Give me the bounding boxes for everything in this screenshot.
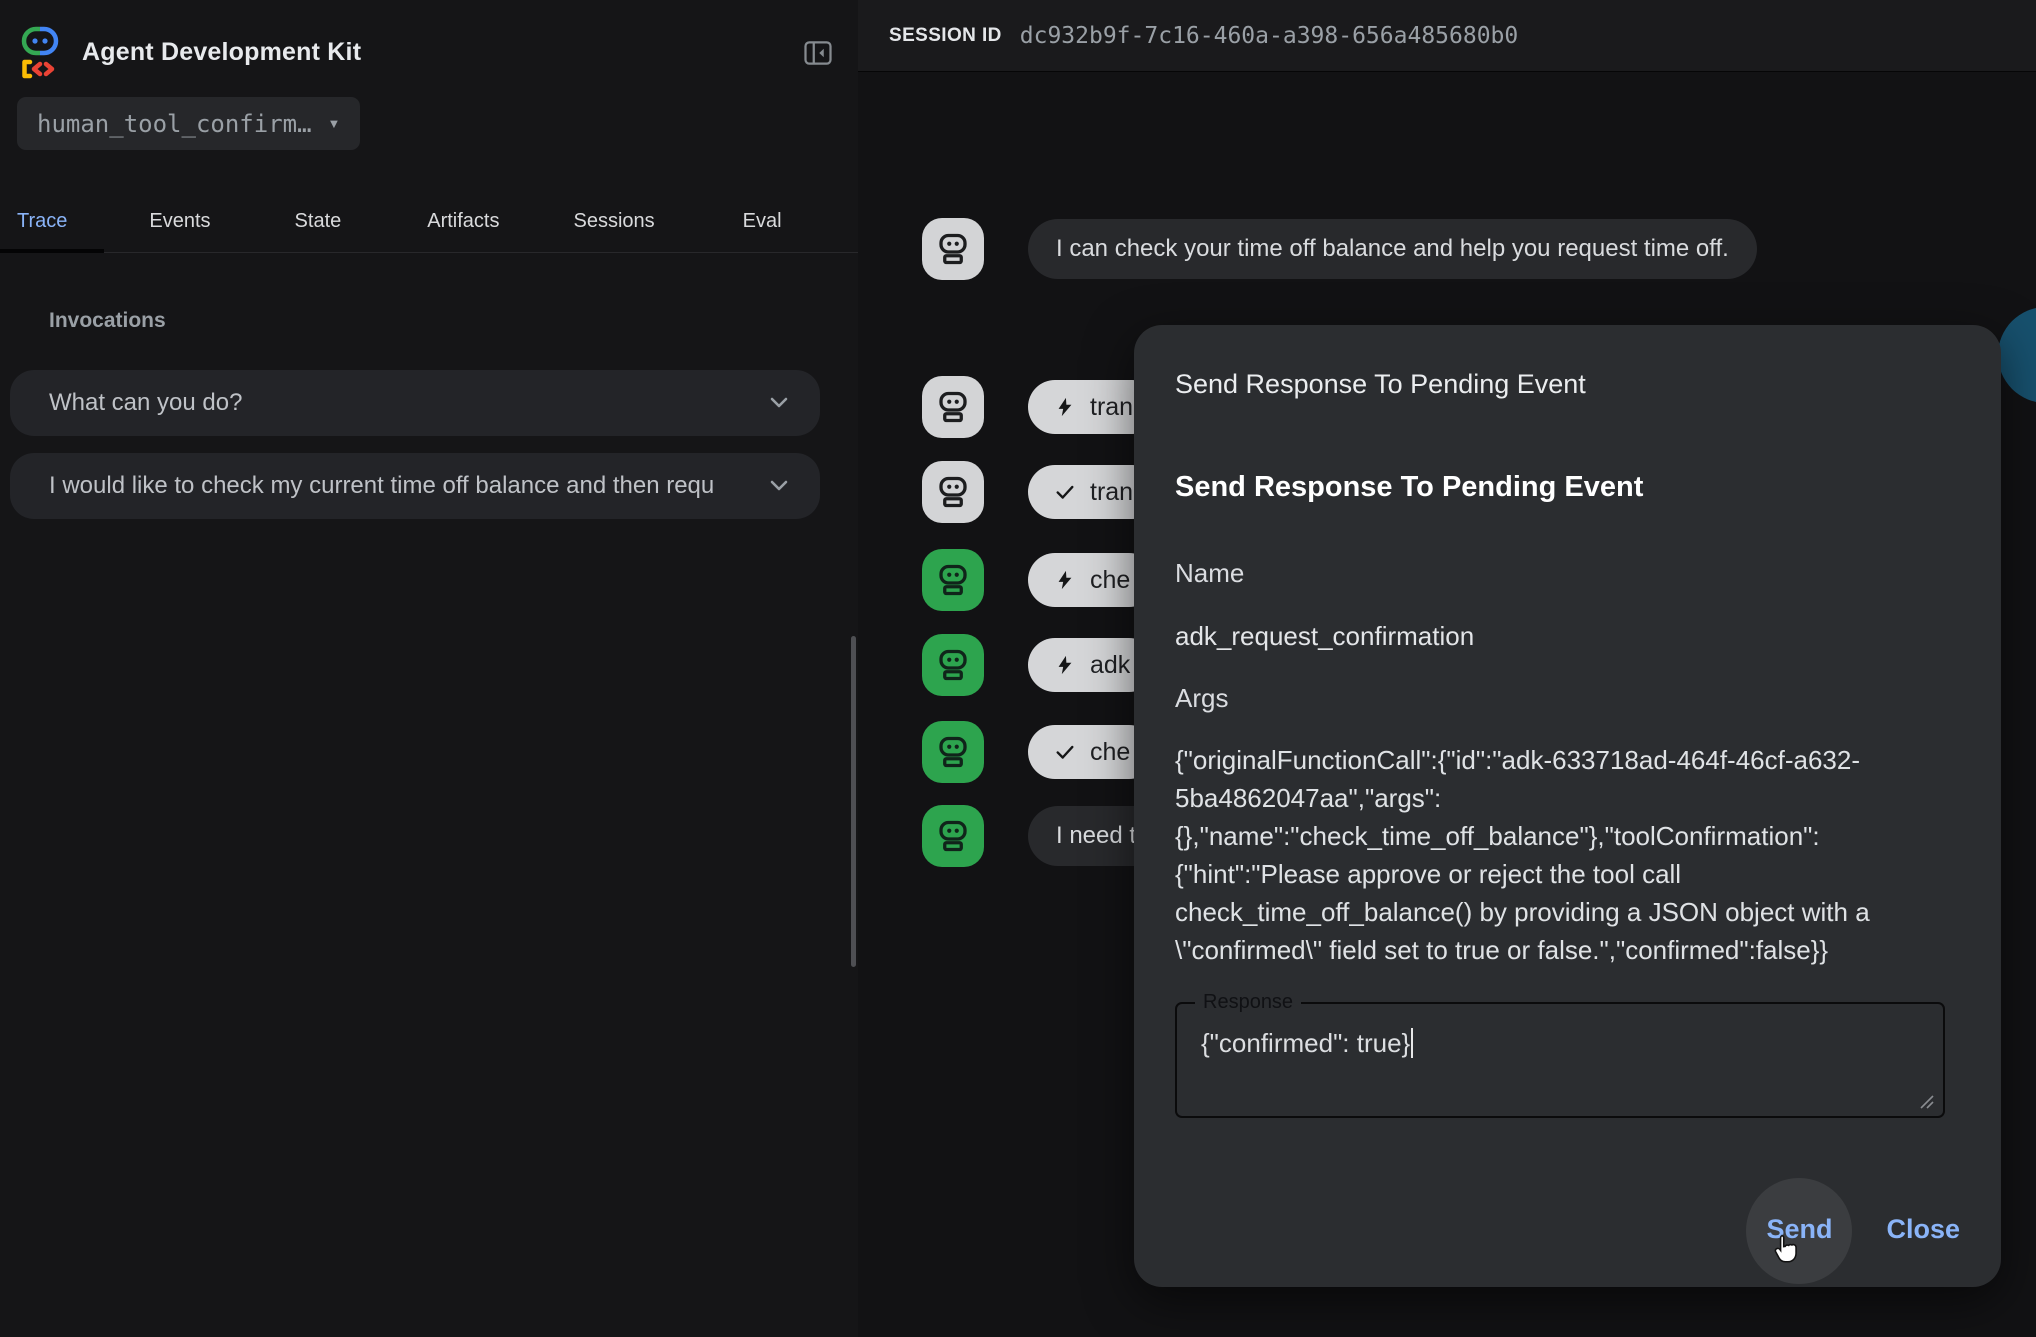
bot-message-bubble: I can check your time off balance and he… [1028, 219, 1757, 279]
chat-row: adk [922, 634, 1156, 696]
tab-eval[interactable]: Eval [743, 210, 782, 233]
adk-logo-icon [18, 25, 62, 79]
chat-row: tran [922, 376, 1159, 438]
tab-bar: Trace Events State Artifacts Sessions Ev… [0, 190, 858, 253]
bolt-icon [1054, 569, 1076, 591]
check-icon [1054, 741, 1076, 763]
robot-avatar-icon [922, 376, 984, 438]
tab-events[interactable]: Events [149, 210, 210, 233]
robot-avatar-icon [922, 634, 984, 696]
chat-row: I can check your time off balance and he… [922, 218, 1757, 280]
args-json: {"originalFunctionCall":{"id":"adk-63371… [1175, 741, 1960, 969]
adk-app-window: Agent Development Kit human_tool_confirm… [0, 0, 2036, 1337]
robot-avatar-icon [922, 805, 984, 867]
chat-row: I need t [922, 805, 1164, 867]
mouse-cursor-icon [1768, 1232, 1802, 1266]
invocation-row[interactable]: What can you do? [10, 370, 820, 436]
dialog-heading: Send Response To Pending Event [1175, 471, 1960, 504]
invocation-row[interactable]: I would like to check my current time of… [10, 453, 820, 519]
app-title: Agent Development Kit [82, 38, 361, 67]
name-label: Name [1175, 558, 1960, 589]
invocation-text: What can you do? [49, 389, 748, 417]
chip-label: tran [1090, 478, 1133, 507]
chat-row: tran [922, 461, 1159, 523]
scrollbar-thumb[interactable] [851, 636, 856, 967]
collapse-panel-icon[interactable] [803, 38, 833, 68]
chat-panel: SESSION ID dc932b9f-7c16-460a-a398-656a4… [858, 0, 2036, 1337]
session-bar: SESSION ID dc932b9f-7c16-460a-a398-656a4… [858, 0, 2036, 72]
left-panel: Agent Development Kit human_tool_confirm… [0, 0, 859, 1337]
response-input[interactable]: {"confirmed": true} [1201, 1028, 1413, 1059]
tab-trace[interactable]: Trace [17, 210, 67, 233]
chevron-down-icon[interactable] [766, 478, 792, 494]
chip-label: tran [1090, 393, 1133, 422]
args-label: Args [1175, 683, 1960, 714]
robot-avatar-icon [922, 461, 984, 523]
chevron-down-icon[interactable] [766, 395, 792, 411]
session-id-label: SESSION ID [889, 25, 1002, 47]
response-field[interactable]: Response {"confirmed": true} [1175, 991, 1945, 1118]
close-button[interactable]: Close [1886, 1214, 1960, 1245]
tab-state[interactable]: State [295, 210, 342, 233]
response-field-label: Response [1195, 991, 1301, 1014]
pending-event-dialog: Send Response To Pending Event Send Resp… [1134, 325, 2001, 1287]
active-tab-indicator [0, 249, 104, 253]
resize-grip-icon[interactable] [1917, 1092, 1935, 1110]
bolt-icon [1054, 654, 1076, 676]
text-caret [1411, 1028, 1413, 1058]
chip-label: adk [1090, 651, 1130, 680]
invocations-heading: Invocations [49, 309, 166, 333]
tab-sessions[interactable]: Sessions [574, 210, 655, 233]
robot-avatar-icon [922, 218, 984, 280]
agent-select-value: human_tool_confirm… [37, 110, 312, 138]
chip-label: che [1090, 566, 1130, 595]
chip-label: che [1090, 738, 1130, 767]
chat-row: che [922, 549, 1156, 611]
name-value: adk_request_confirmation [1175, 621, 1960, 652]
robot-avatar-icon [922, 549, 984, 611]
brand: Agent Development Kit [18, 25, 361, 79]
robot-avatar-icon [922, 721, 984, 783]
bolt-icon [1054, 396, 1076, 418]
chat-row: che [922, 721, 1156, 783]
caret-down-icon: ▼ [328, 116, 341, 131]
dialog-title: Send Response To Pending Event [1175, 369, 1960, 400]
check-icon [1054, 481, 1076, 503]
session-id-value: dc932b9f-7c16-460a-a398-656a485680b0 [1020, 23, 1519, 49]
fab-partial-circle[interactable] [1998, 307, 2036, 403]
tab-artifacts[interactable]: Artifacts [427, 210, 499, 233]
invocation-text: I would like to check my current time of… [49, 472, 748, 500]
agent-select[interactable]: human_tool_confirm… ▼ [17, 97, 360, 150]
